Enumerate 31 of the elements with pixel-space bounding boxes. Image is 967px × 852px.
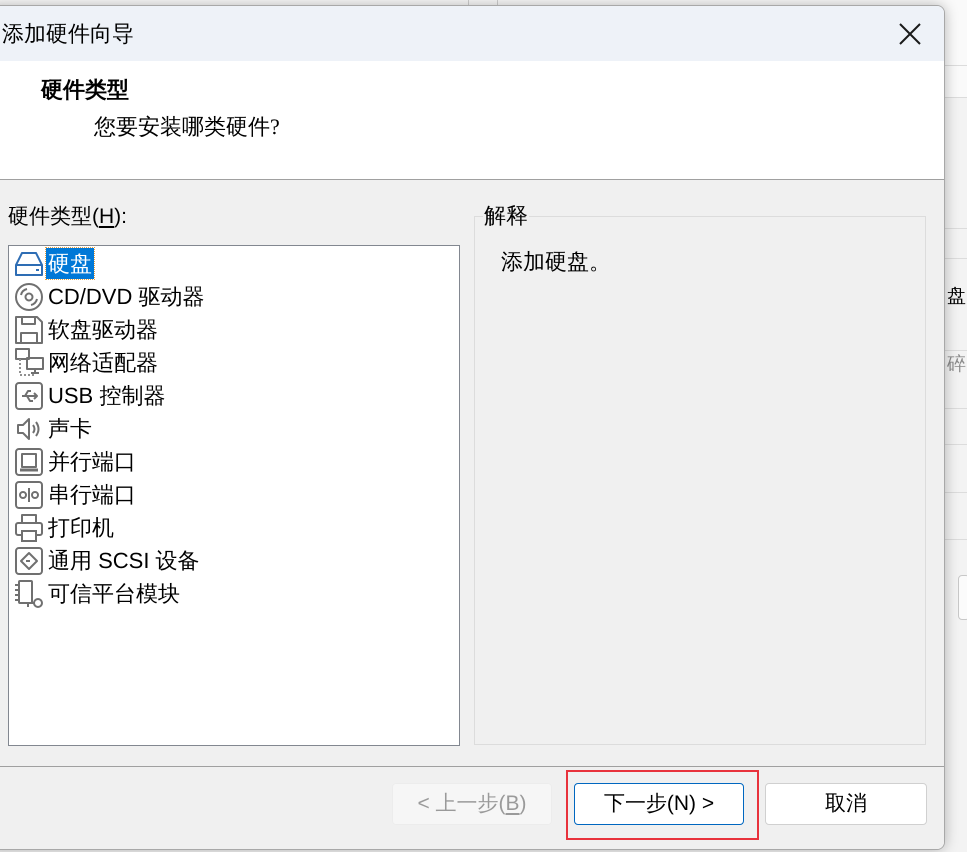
list-item[interactable]: 网络适配器: [46, 347, 160, 378]
window-title: 添加硬件向导: [2, 20, 134, 48]
list-label: 硬件类型(H):: [8, 204, 127, 230]
list-item[interactable]: 串行端口: [46, 479, 138, 510]
list-item[interactable]: USB 控制器: [46, 380, 168, 411]
close-button[interactable]: [898, 22, 922, 46]
list-item[interactable]: CD/DVD 驱动器: [46, 281, 206, 312]
list-item[interactable]: 并行端口: [46, 446, 138, 477]
list-item[interactable]: 可信平台模块: [46, 578, 182, 609]
group-title: 解释: [483, 202, 529, 230]
step-title: 硬件类型: [41, 76, 129, 104]
port-icon: [13, 446, 45, 478]
list-item[interactable]: 硬盘: [46, 248, 94, 279]
step-subtitle: 您要安装哪类硬件?: [94, 113, 280, 141]
disc-icon: [13, 280, 45, 312]
network-icon: [13, 346, 45, 378]
close-icon: [899, 22, 921, 44]
description-text: 添加硬盘。: [501, 249, 611, 274]
list-item[interactable]: 软盘驱动器: [46, 314, 160, 345]
background-text: 盘: [947, 285, 966, 309]
list-item[interactable]: 打印机: [46, 512, 116, 543]
list-item[interactable]: 通用 SCSI 设备: [46, 545, 202, 576]
wizard-button[interactable]: 取消: [765, 783, 927, 825]
usb-icon: [13, 380, 45, 412]
chip-key-icon: [13, 578, 45, 610]
list-item[interactable]: 声卡: [46, 413, 94, 444]
printer-icon: [13, 512, 45, 544]
wizard-button[interactable]: 下一步(N) >: [574, 783, 744, 825]
hardware-list[interactable]: 硬盘 CD/DVD 驱动器 软盘驱动器 网络适配器 USB 控制器 声卡 并行端口 串行端口 打印机 通用 SCSI 设备 可信平台模块: [8, 245, 460, 746]
background-text: 碎: [947, 353, 966, 377]
serial-port-icon: [13, 478, 45, 510]
